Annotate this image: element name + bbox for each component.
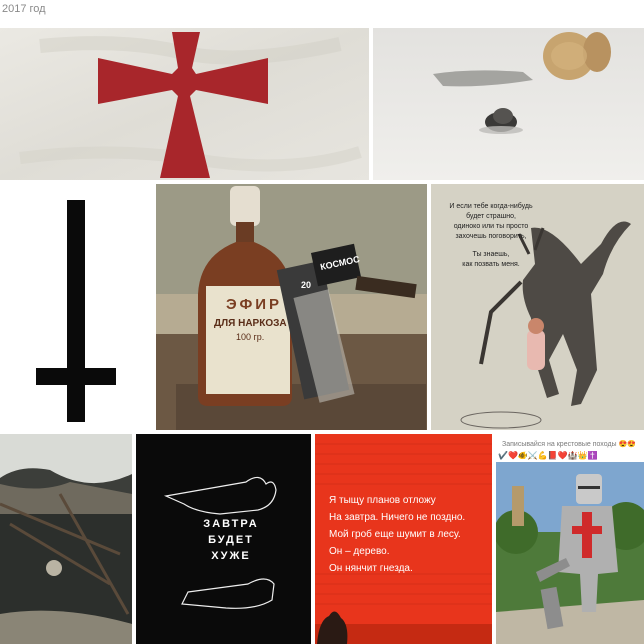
cork-and-ash-image	[373, 28, 644, 180]
photo-cork-and-ash[interactable]	[373, 28, 644, 180]
photo-red-poem[interactable]: Я тыщу планов отложу На завтра. Ничего н…	[315, 434, 492, 644]
year-label: 2017 год	[2, 3, 46, 15]
knight-caption: Записывайся на крестовые походы 😍😍	[502, 441, 636, 448]
tomorrow-worse-text: ЗАВТРА БУДЕТ ХУЖЕ	[203, 518, 259, 562]
bottle-label: ЭФИР	[226, 296, 283, 313]
box-number: 20	[301, 280, 312, 290]
winter-pond-image	[0, 434, 132, 644]
ether-bottle-image	[156, 184, 427, 430]
red-poem-text: Я тыщу планов отложу На завтра. Ничего н…	[329, 495, 466, 574]
photo-tomorrow-worse[interactable]: ЗАВТРА БУДЕТ ХУЖЕ	[136, 434, 311, 644]
photo-demon-comic[interactable]: И если тебе когда-нибудь будет страшно, …	[431, 184, 644, 430]
knight-park-image	[496, 462, 644, 644]
photo-inverted-cross[interactable]	[0, 184, 152, 430]
photo-knight-park[interactable]: Записывайся на крестовые походы 😍😍 ✔️❤️🐠…	[496, 434, 644, 644]
photo-winter-pond-skull[interactable]	[0, 434, 132, 644]
bottle-volume: 100 гр.	[236, 332, 265, 342]
templar-cross-image	[0, 28, 369, 180]
photo-templar-cross-flag[interactable]	[0, 28, 369, 180]
inverted-cross-image	[0, 184, 152, 430]
knight-emoji-row: ✔️❤️🐠⚔️💪📕❤️🏰👑✝️	[498, 451, 598, 460]
demon-comic-text: И если тебе когда-нибудь будет страшно, …	[449, 203, 533, 268]
bottle-sublabel: ДЛЯ НАРКОЗА	[214, 318, 287, 329]
photo-ether-bottle[interactable]: ЭФИР ДЛЯ НАРКОЗА 100 гр. 20 КОСМОС	[156, 184, 427, 430]
